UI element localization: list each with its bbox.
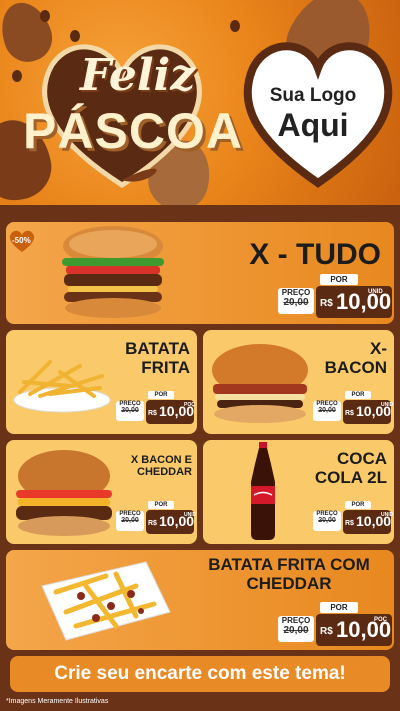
chocolate-drop-decoration <box>12 70 22 82</box>
fries-image <box>13 360 111 413</box>
product-name: X - TUDO <box>249 238 381 271</box>
chocolate-drop-decoration <box>230 20 240 32</box>
new-price-box: R$ 10,00 UNID <box>316 286 392 318</box>
product-name: X- BACON <box>324 339 387 377</box>
por-label: POR <box>345 391 371 399</box>
burger-image <box>16 450 112 536</box>
old-price-box: PREÇO 20,00 <box>278 288 314 314</box>
logo-placeholder[interactable]: Sua Logo Aqui <box>238 85 388 143</box>
preco-label: PREÇO <box>281 288 311 297</box>
price-tag: POR PREÇO 20,00 R$ 10,00 POÇ <box>116 391 195 425</box>
soda-bottle-image <box>251 442 275 540</box>
burger-image <box>62 226 164 318</box>
old-price: 20,00 <box>283 297 309 308</box>
por-label: POR <box>320 602 358 613</box>
unit-label: UNID <box>184 512 197 518</box>
old-price-box: PREÇO 20,00 <box>278 616 314 642</box>
discount-badge: -50% <box>8 229 36 253</box>
new-price-box: R$ 10,00 UNID <box>146 510 197 534</box>
new-price-box: R$ 10,00 POÇ <box>146 400 195 424</box>
por-label: POR <box>320 274 358 285</box>
old-price-box: PREÇO 20,00 <box>116 401 144 421</box>
old-price: 20,00 <box>283 625 309 636</box>
old-price: 20,00 <box>121 407 139 414</box>
fries-cheddar-image <box>41 561 171 641</box>
disclaimer: *Imagens Meramente Ilustrativas <box>6 698 109 705</box>
currency: R$ <box>320 626 333 637</box>
product-card-batata-frita[interactable]: BATATA FRITA POR PREÇO 20,00 R$ 10,00 PO… <box>6 330 197 434</box>
title-feliz: Feliz <box>80 50 196 101</box>
new-price-box: R$ 10,00 POÇ <box>316 614 392 646</box>
product-card-x-bacon-cheddar[interactable]: X BACON E CHEDDAR POR PREÇO 20,00 R$ 10,… <box>6 440 197 544</box>
currency: R$ <box>320 298 333 309</box>
price-tag: POR PREÇO 20,00 R$ 10,00 UNID <box>278 274 392 318</box>
old-price-box: PREÇO 20,00 <box>116 511 144 531</box>
preco-label: PREÇO <box>281 616 311 625</box>
product-name: BATATA FRITA COM CHEDDAR <box>208 555 370 593</box>
chocolate-drop-decoration <box>40 10 50 22</box>
unit-label: POÇ <box>184 402 195 408</box>
burger-image <box>212 344 308 423</box>
discount-text: -50% <box>12 236 31 245</box>
product-name: BATATA FRITA <box>125 339 190 377</box>
por-label: POR <box>345 501 371 509</box>
old-price: 20,00 <box>121 517 139 524</box>
por-label: POR <box>148 391 174 399</box>
unit-label: UNID <box>368 289 383 295</box>
unit-label: POÇ <box>374 617 388 623</box>
old-price-box: PREÇO 20,00 <box>313 401 341 421</box>
price-tag: POR PREÇO 20,00 R$ 10,00 UNID <box>313 501 394 535</box>
old-price: 20,00 <box>318 517 336 524</box>
por-label: POR <box>148 501 174 509</box>
price-tag: POR PREÇO 20,00 R$ 10,00 UNID <box>116 501 197 535</box>
old-price-box: PREÇO 20,00 <box>313 511 341 531</box>
currency: R$ <box>148 410 157 417</box>
price-tag: POR PREÇO 20,00 R$ 10,00 UNID <box>313 391 394 425</box>
old-price: 20,00 <box>318 407 336 414</box>
hero-banner: Feliz PÁSCOA Sua Logo Aqui <box>0 0 400 215</box>
title-pascoa: PÁSCOA <box>23 103 243 159</box>
new-price-box: R$ 10,00 UNID <box>343 400 394 424</box>
currency: R$ <box>345 520 354 527</box>
unit-label: UNID <box>381 512 394 518</box>
product-card-batata-cheddar[interactable]: BATATA FRITA COM CHEDDAR POR PREÇO 20,00… <box>6 550 394 650</box>
logo-line2: Aqui <box>277 107 349 143</box>
unit-label: UNID <box>381 402 394 408</box>
price-tag: POR PREÇO 20,00 R$ 10,00 POÇ <box>278 602 392 646</box>
new-price-box: R$ 10,00 UNID <box>343 510 394 534</box>
product-card-x-tudo[interactable]: X - TUDO POR PREÇO 20,00 R$ 10,00 UNID <box>6 222 394 324</box>
product-name: COCA COLA 2L <box>314 449 387 487</box>
product-card-coca-cola[interactable]: COCA COLA 2L POR PREÇO 20,00 R$ 10,00 UN… <box>203 440 394 544</box>
currency: R$ <box>148 520 157 527</box>
cta-banner[interactable]: Crie seu encarte com este tema! <box>10 656 390 692</box>
product-name: X BACON E CHEDDAR <box>130 454 192 479</box>
currency: R$ <box>345 410 354 417</box>
product-card-x-bacon[interactable]: X- BACON POR PREÇO 20,00 R$ 10,00 UNID <box>203 330 394 434</box>
logo-line1: Sua Logo <box>269 85 357 106</box>
